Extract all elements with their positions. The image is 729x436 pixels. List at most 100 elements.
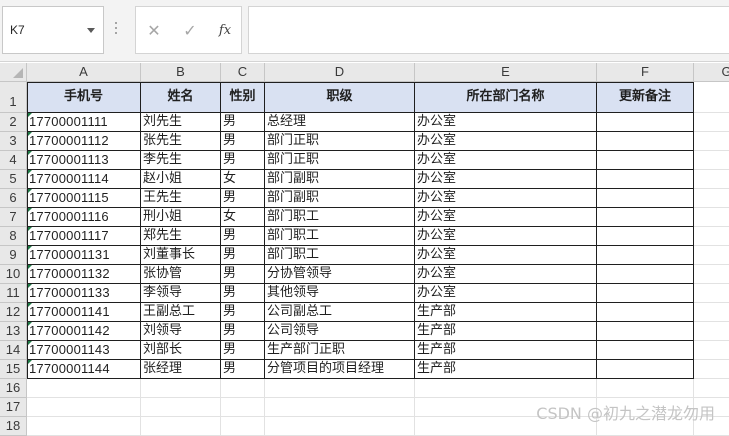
- table-cell[interactable]: 17700001132: [27, 265, 141, 284]
- formula-input[interactable]: [248, 6, 729, 54]
- table-cell[interactable]: 男: [221, 341, 265, 360]
- enter-icon[interactable]: ✓: [178, 19, 202, 43]
- table-cell[interactable]: 部门副职: [265, 189, 415, 208]
- row-header-1[interactable]: 1: [0, 82, 27, 113]
- row-header-13[interactable]: 13: [0, 322, 27, 341]
- insert-function-icon[interactable]: fx: [213, 19, 237, 43]
- table-cell[interactable]: 17700001117: [27, 227, 141, 246]
- table-cell[interactable]: 赵小姐: [141, 170, 221, 189]
- table-cell[interactable]: 公司领导: [265, 322, 415, 341]
- table-cell[interactable]: 部门职工: [265, 208, 415, 227]
- table-cell[interactable]: 王副总工: [141, 303, 221, 322]
- name-box[interactable]: K7: [2, 6, 104, 54]
- table-cell[interactable]: 公司副总工: [265, 303, 415, 322]
- table-cell[interactable]: 张先生: [141, 132, 221, 151]
- table-cell[interactable]: 部门正职: [265, 151, 415, 170]
- table-header-cell[interactable]: 更新备注: [597, 82, 694, 113]
- table-cell[interactable]: 办公室: [415, 246, 597, 265]
- table-cell[interactable]: [597, 246, 694, 265]
- table-cell[interactable]: 男: [221, 113, 265, 132]
- table-cell[interactable]: 办公室: [415, 170, 597, 189]
- table-cell[interactable]: [694, 82, 729, 113]
- table-cell[interactable]: [597, 360, 694, 379]
- row-header-17[interactable]: 17: [0, 398, 27, 417]
- table-cell[interactable]: [694, 303, 729, 322]
- table-header-cell[interactable]: 手机号: [27, 82, 141, 113]
- table-cell[interactable]: [694, 341, 729, 360]
- table-cell[interactable]: [597, 132, 694, 151]
- table-cell[interactable]: 办公室: [415, 265, 597, 284]
- table-cell[interactable]: [597, 379, 694, 398]
- row-header-14[interactable]: 14: [0, 341, 27, 360]
- chevron-down-icon[interactable]: [87, 28, 95, 33]
- column-header-g[interactable]: G: [694, 63, 729, 82]
- column-header-e[interactable]: E: [415, 63, 597, 82]
- table-cell[interactable]: 张协管: [141, 265, 221, 284]
- table-cell[interactable]: 17700001143: [27, 341, 141, 360]
- table-cell[interactable]: 刘先生: [141, 113, 221, 132]
- table-cell[interactable]: 办公室: [415, 189, 597, 208]
- table-cell[interactable]: 男: [221, 151, 265, 170]
- table-cell[interactable]: 生产部: [415, 360, 597, 379]
- row-header-7[interactable]: 7: [0, 208, 27, 227]
- row-header-12[interactable]: 12: [0, 303, 27, 322]
- table-cell[interactable]: [265, 417, 415, 436]
- table-cell[interactable]: 17700001115: [27, 189, 141, 208]
- table-cell[interactable]: 生产部: [415, 322, 597, 341]
- table-cell[interactable]: 生产部: [415, 303, 597, 322]
- table-cell[interactable]: 17700001131: [27, 246, 141, 265]
- table-cell[interactable]: 男: [221, 303, 265, 322]
- table-cell[interactable]: [694, 208, 729, 227]
- table-cell[interactable]: [597, 170, 694, 189]
- column-header-c[interactable]: C: [221, 63, 265, 82]
- table-cell[interactable]: 李领导: [141, 284, 221, 303]
- table-cell[interactable]: [597, 151, 694, 170]
- table-cell[interactable]: 女: [221, 208, 265, 227]
- row-header-16[interactable]: 16: [0, 379, 27, 398]
- column-header-d[interactable]: D: [265, 63, 415, 82]
- table-cell[interactable]: 男: [221, 322, 265, 341]
- table-cell[interactable]: 男: [221, 246, 265, 265]
- table-cell[interactable]: [694, 246, 729, 265]
- table-cell[interactable]: 分协管领导: [265, 265, 415, 284]
- table-cell[interactable]: [694, 113, 729, 132]
- table-cell[interactable]: [27, 398, 141, 417]
- row-header-3[interactable]: 3: [0, 132, 27, 151]
- table-cell[interactable]: [694, 132, 729, 151]
- table-cell[interactable]: 17700001116: [27, 208, 141, 227]
- table-cell[interactable]: 部门职工: [265, 246, 415, 265]
- table-cell[interactable]: 男: [221, 132, 265, 151]
- table-cell[interactable]: 男: [221, 227, 265, 246]
- table-cell[interactable]: [597, 303, 694, 322]
- row-header-11[interactable]: 11: [0, 284, 27, 303]
- row-header-18[interactable]: 18: [0, 417, 27, 436]
- table-cell[interactable]: [27, 379, 141, 398]
- row-header-8[interactable]: 8: [0, 227, 27, 246]
- table-cell[interactable]: [694, 189, 729, 208]
- more-options-icon[interactable]: [114, 22, 118, 38]
- table-header-cell[interactable]: 姓名: [141, 82, 221, 113]
- table-cell[interactable]: 男: [221, 360, 265, 379]
- table-cell[interactable]: 女: [221, 170, 265, 189]
- table-cell[interactable]: 刘部长: [141, 341, 221, 360]
- table-cell[interactable]: [597, 227, 694, 246]
- table-cell[interactable]: [27, 417, 141, 436]
- table-cell[interactable]: [597, 322, 694, 341]
- table-cell[interactable]: [597, 208, 694, 227]
- table-cell[interactable]: [221, 379, 265, 398]
- table-cell[interactable]: 王先生: [141, 189, 221, 208]
- table-cell[interactable]: 办公室: [415, 227, 597, 246]
- table-header-cell[interactable]: 性别: [221, 82, 265, 113]
- table-cell[interactable]: 部门副职: [265, 170, 415, 189]
- table-cell[interactable]: [694, 322, 729, 341]
- table-cell[interactable]: 部门正职: [265, 132, 415, 151]
- table-cell[interactable]: 男: [221, 265, 265, 284]
- row-header-6[interactable]: 6: [0, 189, 27, 208]
- row-header-15[interactable]: 15: [0, 360, 27, 379]
- table-cell[interactable]: [221, 398, 265, 417]
- table-cell[interactable]: 张经理: [141, 360, 221, 379]
- table-cell[interactable]: [597, 284, 694, 303]
- table-cell[interactable]: 17700001113: [27, 151, 141, 170]
- table-cell[interactable]: [694, 284, 729, 303]
- table-cell[interactable]: [597, 113, 694, 132]
